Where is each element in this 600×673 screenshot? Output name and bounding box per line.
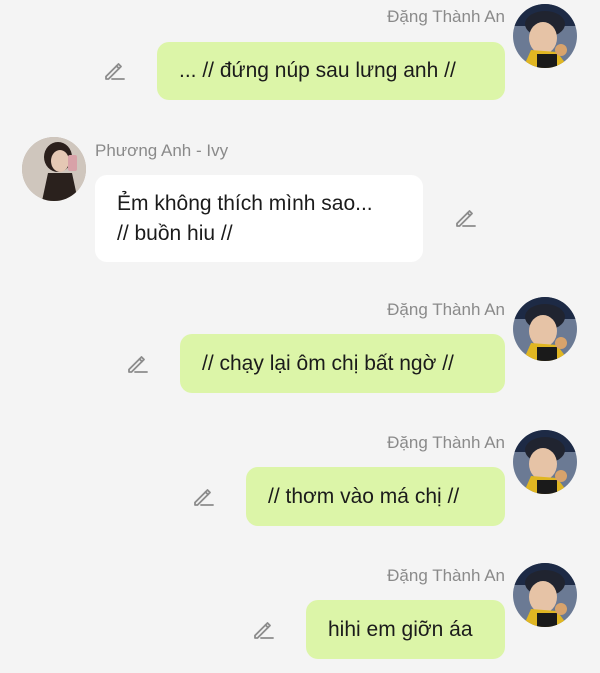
message-bubble[interactable]: // chạy lại ôm chị bất ngờ // bbox=[180, 334, 505, 393]
pencil-edit-icon[interactable] bbox=[453, 206, 477, 230]
message-text: hihi em giỡn áa bbox=[328, 618, 473, 641]
message-text-line-2: // buồn hiu // bbox=[117, 222, 233, 245]
message-text: // chạy lại ôm chị bất ngờ // bbox=[202, 352, 454, 375]
chat-thread: Đặng Thành An ... // đứng núp sau lưng a… bbox=[0, 0, 600, 673]
sender-name: Đặng Thành An bbox=[387, 566, 505, 585]
pencil-edit-icon[interactable] bbox=[251, 618, 275, 642]
avatar-dang-thanh-an[interactable] bbox=[513, 563, 577, 627]
avatar-image bbox=[513, 430, 577, 494]
avatar-phuong-anh-ivy[interactable] bbox=[22, 137, 86, 201]
sender-name: Đặng Thành An bbox=[387, 7, 505, 26]
message-bubble[interactable]: hihi em giỡn áa bbox=[306, 600, 505, 659]
message-bubble[interactable]: Ẻm không thích mình sao... // buồn hiu /… bbox=[95, 175, 423, 262]
avatar-dang-thanh-an[interactable] bbox=[513, 297, 577, 361]
avatar-image bbox=[513, 563, 577, 627]
avatar-image bbox=[513, 4, 577, 68]
avatar-dang-thanh-an[interactable] bbox=[513, 4, 577, 68]
pencil-edit-icon[interactable] bbox=[102, 59, 126, 83]
avatar-dang-thanh-an[interactable] bbox=[513, 430, 577, 494]
message-text-line-1: Ẻm không thích mình sao... bbox=[117, 192, 373, 215]
message-bubble[interactable]: // thơm vào má chị // bbox=[246, 467, 505, 526]
sender-name: Phương Anh - Ivy bbox=[95, 141, 229, 160]
message-bubble[interactable]: ... // đứng núp sau lưng anh // bbox=[157, 42, 505, 100]
sender-name: Đặng Thành An bbox=[387, 300, 505, 319]
message-text: // thơm vào má chị // bbox=[268, 485, 460, 508]
avatar-image bbox=[513, 297, 577, 361]
pencil-edit-icon[interactable] bbox=[125, 352, 149, 376]
message-text: ... // đứng núp sau lưng anh // bbox=[179, 59, 456, 82]
avatar-image bbox=[22, 137, 86, 201]
sender-name: Đặng Thành An bbox=[387, 433, 505, 452]
pencil-edit-icon[interactable] bbox=[191, 485, 215, 509]
